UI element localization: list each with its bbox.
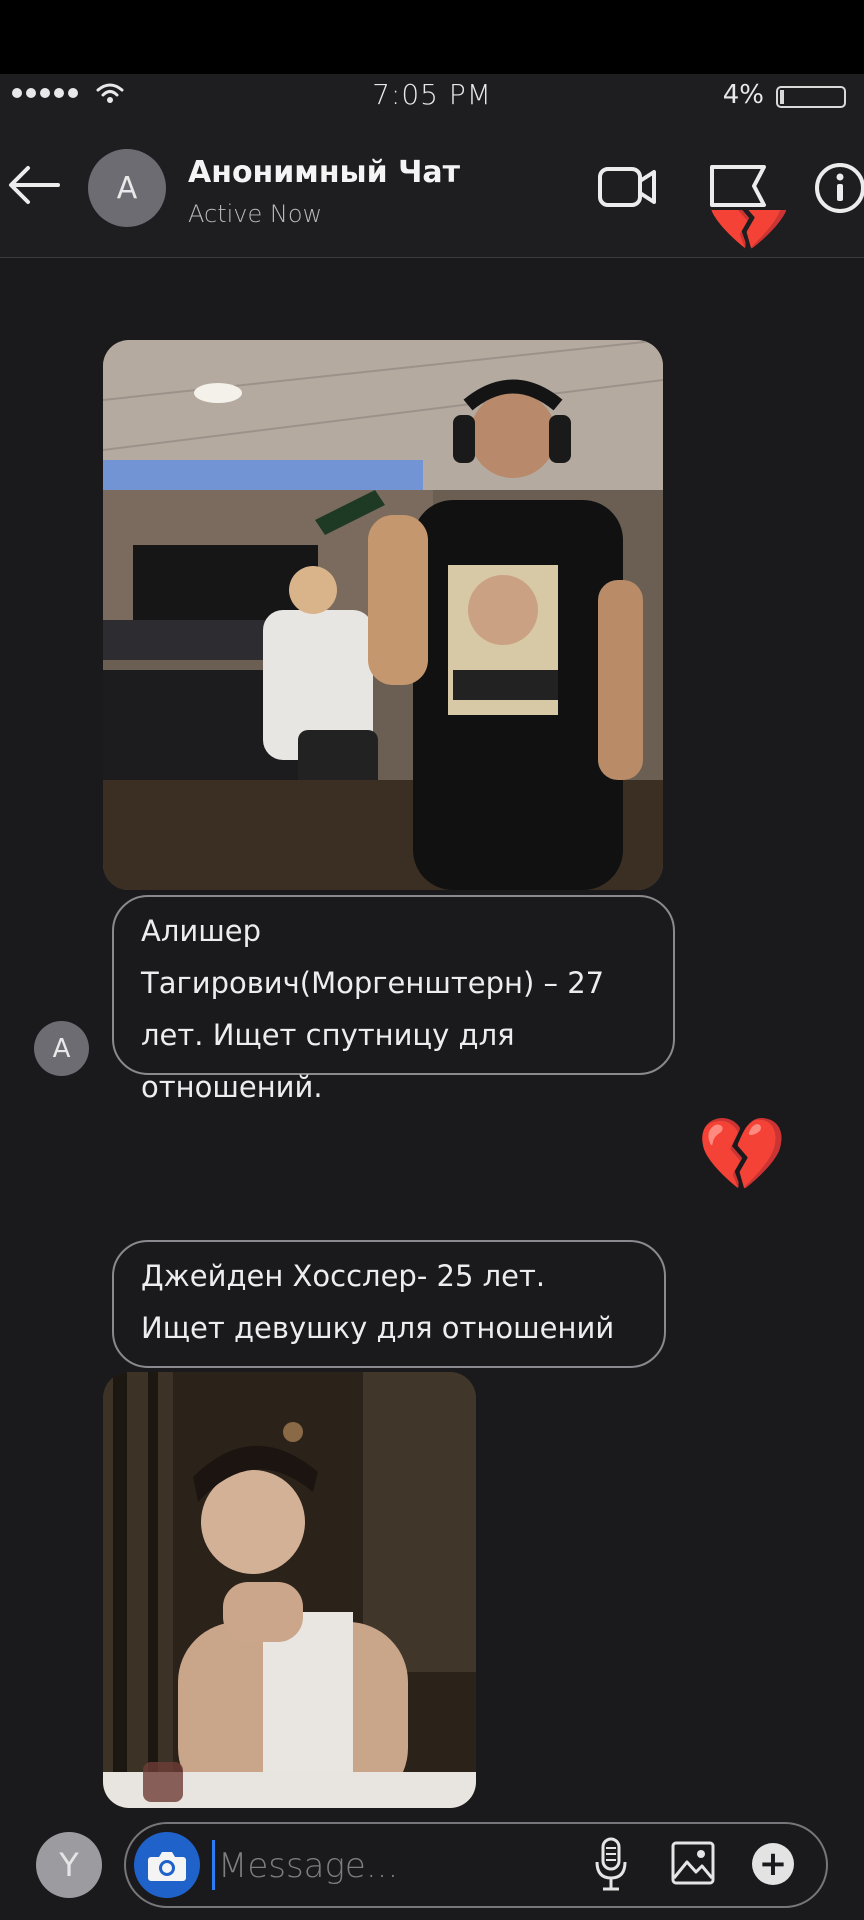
broken-heart-emoji: 💔: [704, 210, 794, 256]
broken-heart-reaction: 💔: [704, 210, 794, 294]
sender-avatar[interactable]: A: [34, 1021, 89, 1076]
message-photo[interactable]: [103, 340, 663, 890]
photo-portrait-image: [103, 1372, 476, 1808]
battery-icon: [776, 86, 846, 108]
battery-percent: 4%: [722, 80, 764, 110]
my-avatar[interactable]: Y: [36, 1832, 102, 1898]
chat-status: Active Now: [188, 200, 323, 228]
back-arrow-icon[interactable]: [4, 162, 62, 208]
message-input[interactable]: [218, 1838, 578, 1894]
photo-studio-image: [103, 340, 663, 890]
message-photo[interactable]: [103, 1372, 476, 1808]
camera-button[interactable]: [134, 1832, 200, 1898]
text-cursor: [212, 1840, 215, 1890]
message-bubble[interactable]: Алишер Тагирович(Моргенштерн) – 27 лет. …: [112, 895, 675, 1104]
broken-heart-emoji: 💔: [697, 1112, 787, 1196]
image-icon[interactable]: [670, 1840, 716, 1886]
info-icon[interactable]: [814, 162, 864, 214]
video-camera-icon[interactable]: [598, 165, 656, 209]
chat-title: Анонимный Чат: [188, 155, 461, 190]
microphone-icon[interactable]: [594, 1836, 628, 1892]
message-bubble[interactable]: Джейден Хосслер- 25 лет. Ищет девушку дл…: [112, 1240, 666, 1368]
plus-icon[interactable]: +: [752, 1843, 794, 1885]
chat-avatar[interactable]: A: [88, 149, 166, 227]
flag-icon[interactable]: [708, 163, 768, 209]
camera-icon: [148, 1852, 186, 1881]
top-black-bar: [0, 0, 864, 74]
